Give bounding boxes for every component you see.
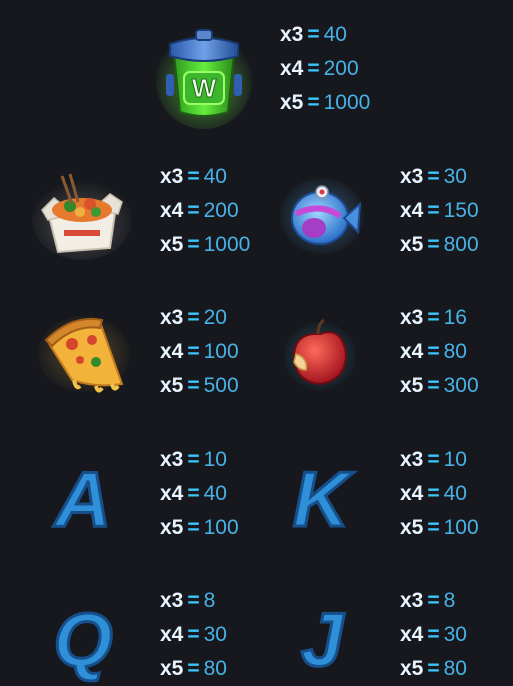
apple-paytable: x3 = 16 x4 = 80 x5 = 300 xyxy=(400,301,479,403)
letter-q-paytable: x3 = 8 x4 = 30 x5 = 80 xyxy=(160,584,227,686)
pay-line: x5 = 1000 xyxy=(280,91,371,114)
pay-line: x4 = 40 xyxy=(160,482,227,505)
pizza-paytable: x3 = 20 x4 = 100 x5 = 500 xyxy=(160,301,239,403)
letter-k-icon: K xyxy=(286,454,356,545)
pay-line: x3 = 40 xyxy=(280,23,347,46)
trash-can-wild-icon: W xyxy=(156,26,252,129)
letter-a-icon: A xyxy=(48,454,118,545)
fish-bone-icon xyxy=(280,174,364,254)
pay-line: x5 = 100 xyxy=(160,516,239,539)
pay-line: x3 = 40 xyxy=(160,165,227,188)
pay-line: x4 = 100 xyxy=(160,340,239,363)
bitten-apple-icon xyxy=(284,318,356,390)
pay-line: x3 = 10 xyxy=(160,448,227,471)
pay-line: x5 = 800 xyxy=(400,233,479,256)
pay-line: x4 = 200 xyxy=(280,57,359,80)
pay-line: x3 = 16 xyxy=(400,306,467,329)
pay-line: x5 = 80 xyxy=(400,657,467,680)
pay-line: x3 = 10 xyxy=(400,448,467,471)
pay-line: x5 = 100 xyxy=(400,516,479,539)
letter-a-paytable: x3 = 10 x4 = 40 x5 = 100 xyxy=(160,443,239,545)
pizza-slice-icon xyxy=(38,314,130,394)
letter-q-icon: Q xyxy=(50,597,116,685)
pay-line: x4 = 30 xyxy=(160,623,227,646)
pay-line: x4 = 150 xyxy=(400,199,479,222)
pay-line: x5 = 500 xyxy=(160,374,239,397)
pay-line: x4 = 30 xyxy=(400,623,467,646)
svg-text:K: K xyxy=(293,455,355,543)
svg-text:Q: Q xyxy=(53,598,112,683)
svg-text:A: A xyxy=(53,455,111,543)
pay-line: x4 = 80 xyxy=(400,340,467,363)
letter-j-icon: J xyxy=(292,597,352,685)
noodle-box-icon xyxy=(32,172,132,260)
pay-line: x3 = 30 xyxy=(400,165,467,188)
fish-paytable: x3 = 30 x4 = 150 x5 = 800 xyxy=(400,160,479,262)
pay-line: x3 = 8 xyxy=(160,589,216,612)
noodle-box-paytable: x3 = 40 x4 = 200 x5 = 1000 xyxy=(160,160,250,262)
pay-line: x4 = 40 xyxy=(400,482,467,505)
pay-line: x4 = 200 xyxy=(160,199,239,222)
pay-line: x3 = 20 xyxy=(160,306,227,329)
pay-line: x3 = 8 xyxy=(400,589,456,612)
letter-k-paytable: x3 = 10 x4 = 40 x5 = 100 xyxy=(400,443,479,545)
pay-line: x5 = 80 xyxy=(160,657,227,680)
svg-text:J: J xyxy=(301,598,345,683)
pay-line: x5 = 1000 xyxy=(160,233,251,256)
wild-paytable: x3 = 40 x4 = 200 x5 = 1000 xyxy=(280,18,370,120)
svg-text:W: W xyxy=(192,73,217,103)
letter-j-paytable: x3 = 8 x4 = 30 x5 = 80 xyxy=(400,584,467,686)
pay-line: x5 = 300 xyxy=(400,374,479,397)
